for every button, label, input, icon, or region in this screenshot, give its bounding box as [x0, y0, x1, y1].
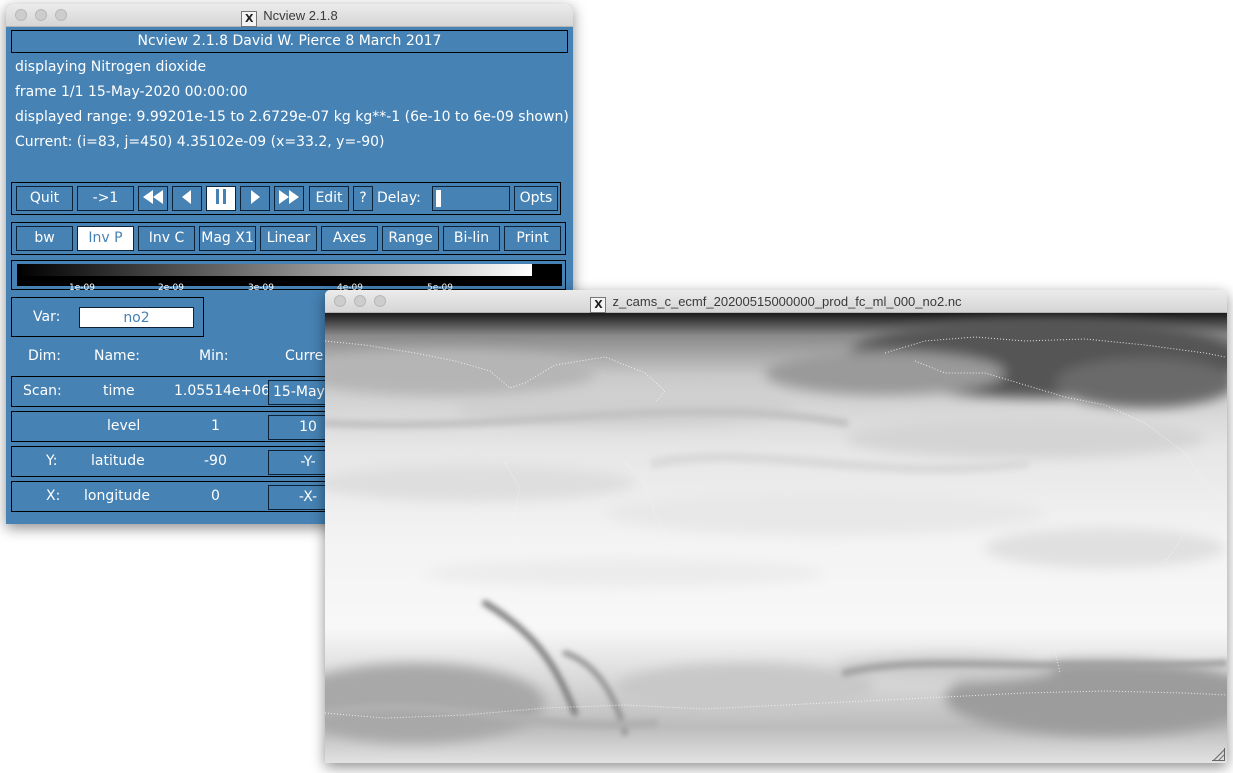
control-window-titlebar[interactable]: X Ncview 2.1.8 [6, 4, 573, 27]
colorbar-tick-1: 1e-09 [69, 283, 95, 293]
edit-button[interactable]: Edit [309, 186, 349, 211]
dim-min-time: 1.05514e+06 [174, 383, 271, 399]
range-button[interactable]: Range [382, 226, 439, 251]
colorbar [17, 264, 562, 286]
dimension-row-time: Scan: time 1.05514e+06 15-May- [11, 376, 348, 407]
frame-label: frame 1/1 15-May-2020 00:00:00 [15, 84, 248, 100]
variable-selector: Var: no2 [11, 297, 204, 337]
dim-header: Dim: [28, 348, 62, 364]
step-forward-button[interactable] [240, 186, 270, 211]
ncview-image-window: Xz_cams_c_ecmf_20200515000000_prod_fc_ml… [325, 290, 1227, 763]
display-options-toolbar: bw Inv P Inv C Mag X1 Linear Axes Range … [11, 222, 566, 255]
opts-button[interactable]: Opts [514, 186, 558, 211]
control-window-title-container: X Ncview 2.1.8 [6, 8, 573, 27]
delay-label: Delay: [377, 190, 421, 206]
quit-button[interactable]: Quit [16, 186, 73, 211]
no2-field-image[interactable] [325, 313, 1227, 763]
step-forward-icon [251, 190, 260, 204]
help-button[interactable]: ? [353, 186, 373, 211]
dim-min-longitude: 0 [211, 488, 220, 504]
dim-y-label: Y: [46, 453, 58, 469]
pause-button[interactable] [206, 186, 236, 211]
linear-button[interactable]: Linear [260, 226, 317, 251]
image-x11-icon: X [590, 297, 607, 313]
range-label: displayed range: 9.99201e-15 to 2.6729e-… [15, 109, 569, 125]
image-window-title: z_cams_c_ecmf_20200515000000_prod_fc_ml_… [612, 294, 962, 309]
invert-colormap-button[interactable]: Inv C [138, 226, 195, 251]
delay-slider-thumb[interactable] [436, 190, 441, 207]
image-window-title-container: Xz_cams_c_ecmf_20200515000000_prod_fc_ml… [325, 294, 1227, 313]
axes-button[interactable]: Axes [321, 226, 378, 251]
current-header: Curre [285, 348, 324, 364]
magnification-button[interactable]: Mag X1 [199, 226, 256, 251]
name-header: Name: [94, 348, 141, 364]
current-value-label: Current: (i=83, j=450) 4.35102e-09 (x=33… [15, 134, 385, 150]
resize-grip-icon[interactable] [1212, 748, 1225, 761]
no2-field-map [325, 313, 1227, 763]
print-button[interactable]: Print [504, 226, 561, 251]
dimension-row-latitude: Y: latitude -90 -Y- [11, 446, 348, 477]
bilinear-button[interactable]: Bi-lin [443, 226, 500, 251]
dim-name-time: time [103, 383, 135, 399]
banner: Ncview 2.1.8 David W. Pierce 8 March 201… [11, 30, 568, 53]
dim-scan-label: Scan: [23, 383, 62, 399]
fast-backward-icon [143, 190, 163, 204]
step-backward-button[interactable] [172, 186, 202, 211]
step-backward-icon [182, 190, 191, 204]
var-no2-button[interactable]: no2 [79, 307, 194, 328]
image-window-titlebar[interactable]: Xz_cams_c_ecmf_20200515000000_prod_fc_ml… [325, 290, 1227, 313]
banner-text: Ncview 2.1.8 David W. Pierce 8 March 201… [137, 33, 442, 49]
dimension-row-level: level 1 10 [11, 411, 348, 442]
pause-icon [216, 189, 226, 204]
dim-min-level: 1 [211, 418, 220, 434]
playback-toolbar: Quit ->1 Edit ? Delay: Opts [11, 182, 561, 215]
displaying-label: displaying Nitrogen dioxide [15, 59, 207, 75]
control-window-title: Ncview 2.1.8 [263, 8, 338, 23]
x11-icon: X [241, 11, 258, 27]
dim-name-longitude: longitude [84, 488, 150, 504]
colorbar-gradient [17, 264, 532, 276]
dim-min-latitude: -90 [204, 453, 227, 469]
var-label: Var: [33, 309, 61, 325]
dim-x-label: X: [46, 488, 61, 504]
min-header: Min: [199, 348, 229, 364]
fast-backward-button[interactable] [138, 186, 168, 211]
bw-button[interactable]: bw [16, 226, 73, 251]
dim-name-level: level [107, 418, 141, 434]
colorbar-tick-3: 3e-09 [248, 283, 274, 293]
restart-button[interactable]: ->1 [77, 186, 134, 211]
fast-forward-icon [279, 190, 299, 204]
colorbar-tick-2: 2e-09 [158, 283, 184, 293]
dim-name-latitude: latitude [91, 453, 145, 469]
dimension-row-longitude: X: longitude 0 -X- [11, 481, 348, 512]
delay-slider[interactable] [432, 186, 510, 211]
invert-physical-button[interactable]: Inv P [77, 226, 134, 251]
fast-forward-button[interactable] [274, 186, 304, 211]
